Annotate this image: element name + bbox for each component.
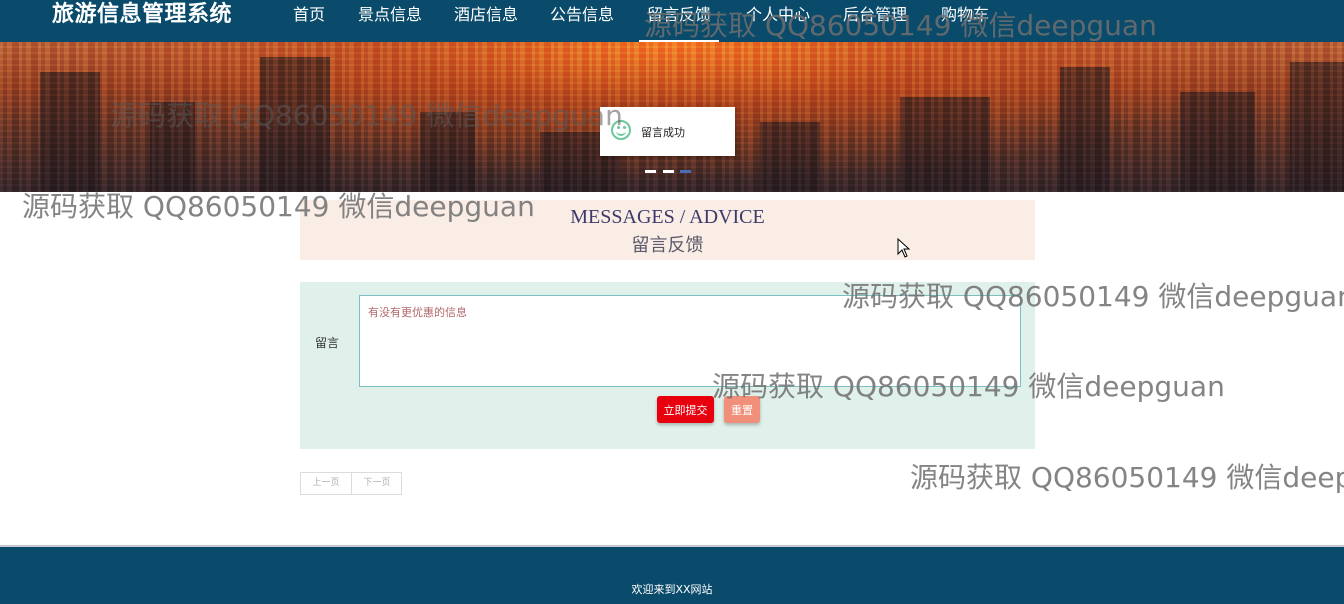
footer: 欢迎来到XX网站 [0,545,1344,604]
carousel-dot-active[interactable] [680,170,691,173]
section-title-en: MESSAGES / ADVICE [570,206,765,228]
site-brand[interactable]: 旅游信息管理系统 [52,0,232,30]
smile-icon [611,120,631,140]
footer-text: 欢迎来到XX网站 [631,583,713,596]
nav-item-notices[interactable]: 公告信息 [550,0,614,30]
top-nav: 旅游信息管理系统 首页 景点信息 酒店信息 公告信息 留言反馈 个人中心 后台管… [0,0,1344,42]
nav-item-hotels[interactable]: 酒店信息 [454,0,518,30]
message-textarea[interactable]: 有没有更优惠的信息 [359,295,1021,387]
nav-item-home[interactable]: 首页 [293,0,325,30]
nav-item-feedback[interactable]: 留言反馈 [638,0,720,42]
carousel-dot[interactable] [645,170,656,173]
submit-button[interactable]: 立即提交 [657,396,714,423]
nav-item-attractions[interactable]: 景点信息 [358,0,422,30]
success-toast: 留言成功 [600,107,735,156]
message-form: 留言 有没有更优惠的信息 立即提交 重置 [300,282,1035,449]
next-page-button[interactable]: 下一页 [352,473,402,494]
message-label: 留言 [315,336,340,350]
toast-message: 留言成功 [641,126,685,139]
watermark: 源码获取 QQ86050149 微信deepguan [910,461,1344,494]
carousel-dot[interactable] [663,170,674,173]
nav-item-cart[interactable]: 购物车 [941,0,989,30]
section-header: MESSAGES / ADVICE 留言反馈 [300,200,1035,260]
section-title-cn: 留言反馈 [631,235,704,256]
nav-item-user-center[interactable]: 个人中心 [746,0,810,30]
reset-button[interactable]: 重置 [724,396,760,423]
pagination: 上一页 下一页 [300,472,402,495]
mouse-cursor-icon [897,238,911,258]
nav-item-admin[interactable]: 后台管理 [843,0,907,30]
prev-page-button[interactable]: 上一页 [301,473,352,494]
